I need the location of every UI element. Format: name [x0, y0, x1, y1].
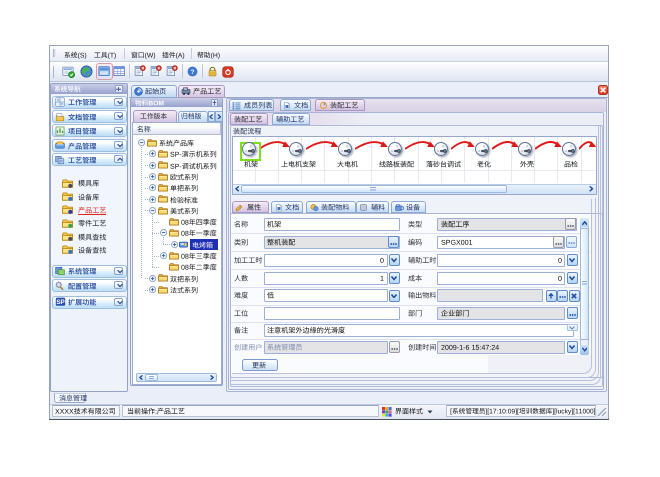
- svg-text:SP: SP: [56, 299, 64, 306]
- svg-text:?: ?: [190, 69, 194, 76]
